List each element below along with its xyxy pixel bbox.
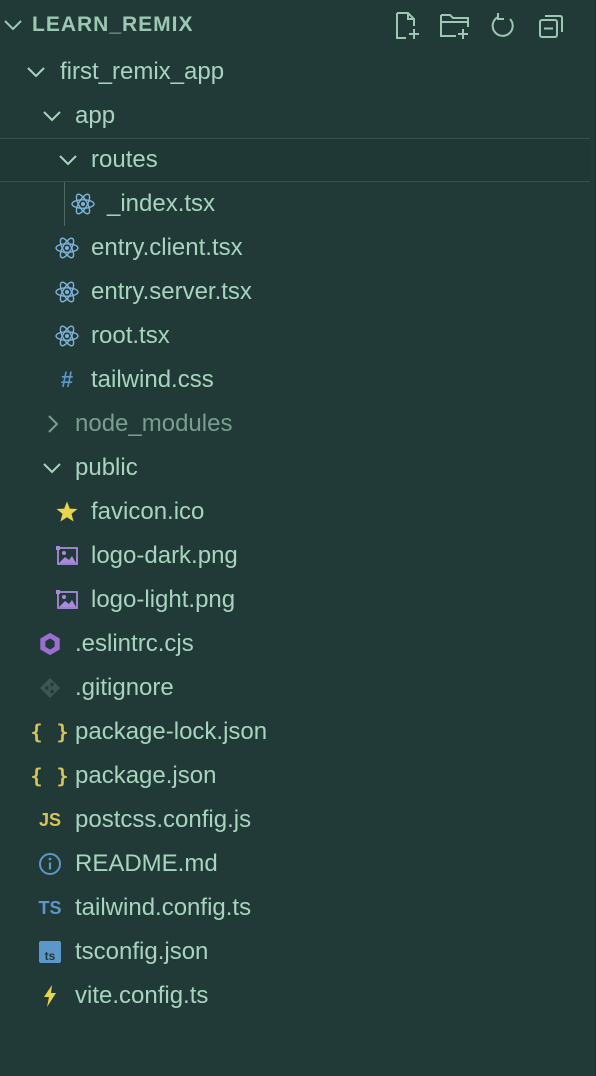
tree-item-label: entry.server.tsx bbox=[91, 278, 252, 305]
chevron-down-icon bbox=[56, 148, 80, 172]
tree-item-label: logo-dark.png bbox=[91, 542, 238, 569]
tree-item-label: first_remix_app bbox=[60, 58, 225, 85]
tree-folder-node-modules[interactable]: node_modules bbox=[0, 402, 590, 446]
eslint-icon bbox=[38, 632, 62, 656]
typescript-icon: TS bbox=[38, 897, 62, 918]
chevron-right-icon bbox=[40, 412, 64, 436]
javascript-icon: JS bbox=[38, 809, 62, 830]
tree-item-label: favicon.ico bbox=[91, 498, 205, 525]
react-icon bbox=[55, 280, 79, 304]
tree-item-label: app bbox=[75, 102, 116, 129]
tree-item-label: README.md bbox=[75, 850, 218, 877]
tree-item-label: package-lock.json bbox=[75, 718, 268, 745]
react-icon bbox=[71, 192, 95, 216]
json-braces-icon: { } bbox=[30, 720, 70, 744]
file-explorer: LEARN_REMIX first_remix_app app routes _… bbox=[0, 0, 596, 1076]
tree-file-readme[interactable]: README.md bbox=[0, 842, 590, 886]
info-icon bbox=[38, 852, 62, 876]
tree-item-label: entry.client.tsx bbox=[91, 234, 243, 261]
explorer-actions bbox=[390, 9, 568, 43]
tree-item-label: .eslintrc.cjs bbox=[75, 630, 194, 657]
tree-item-label: tsconfig.json bbox=[75, 938, 209, 965]
tree-file-tsconfig[interactable]: ts tsconfig.json bbox=[0, 930, 590, 974]
tsconfig-icon: ts bbox=[38, 940, 62, 964]
explorer-header[interactable]: LEARN_REMIX bbox=[0, 0, 590, 50]
tree-file-eslintrc[interactable]: .eslintrc.cjs bbox=[0, 622, 590, 666]
chevron-down-icon bbox=[24, 60, 48, 84]
tree-file-favicon[interactable]: favicon.ico bbox=[0, 490, 590, 534]
tree-item-label: tailwind.config.ts bbox=[75, 894, 252, 921]
tree-item-label: routes bbox=[91, 146, 158, 173]
tree-file-vite-config[interactable]: vite.config.ts bbox=[0, 974, 590, 1018]
new-folder-icon[interactable] bbox=[438, 9, 472, 43]
git-icon bbox=[38, 676, 62, 700]
tree-item-label: postcss.config.js bbox=[75, 806, 252, 833]
tree-file-root-tsx[interactable]: root.tsx bbox=[0, 314, 590, 358]
star-icon bbox=[55, 500, 79, 524]
tree-item-label: tailwind.css bbox=[91, 366, 214, 393]
image-icon bbox=[55, 588, 79, 612]
chevron-down-icon[interactable] bbox=[2, 14, 24, 36]
tree-file-entry-client[interactable]: entry.client.tsx bbox=[0, 226, 590, 270]
tree-item-label: package.json bbox=[75, 762, 217, 789]
tree-item-label: public bbox=[75, 454, 138, 481]
tree-item-label: vite.config.ts bbox=[75, 982, 209, 1009]
tree-item-label: node_modules bbox=[75, 410, 233, 437]
tree-file-logo-dark[interactable]: logo-dark.png bbox=[0, 534, 590, 578]
tree-item-label: .gitignore bbox=[75, 674, 174, 701]
tree-file-entry-server[interactable]: entry.server.tsx bbox=[0, 270, 590, 314]
vite-bolt-icon bbox=[38, 984, 62, 1008]
chevron-down-icon bbox=[40, 456, 64, 480]
react-icon bbox=[55, 236, 79, 260]
tree-folder-first-remix-app[interactable]: first_remix_app bbox=[0, 50, 590, 94]
image-icon bbox=[55, 544, 79, 568]
tree-item-label: root.tsx bbox=[91, 322, 170, 349]
tree-file-package-json[interactable]: { } package.json bbox=[0, 754, 590, 798]
tsconfig-icon-text: ts bbox=[45, 949, 56, 963]
new-file-icon[interactable] bbox=[390, 9, 424, 43]
json-braces-icon: { } bbox=[30, 764, 70, 788]
css-hash-icon: # bbox=[60, 367, 74, 392]
tree-folder-app[interactable]: app bbox=[0, 94, 590, 138]
tree-file-logo-light[interactable]: logo-light.png bbox=[0, 578, 590, 622]
tree-file-postcss-config[interactable]: JS postcss.config.js bbox=[0, 798, 590, 842]
chevron-down-icon bbox=[40, 104, 64, 128]
tree-item-label: logo-light.png bbox=[91, 586, 236, 613]
tree-folder-routes[interactable]: routes bbox=[0, 138, 590, 182]
tree-file-package-lock[interactable]: { } package-lock.json bbox=[0, 710, 590, 754]
collapse-all-icon[interactable] bbox=[534, 9, 568, 43]
tree-file-tailwind-config[interactable]: TS tailwind.config.ts bbox=[0, 886, 590, 930]
tree-file-tailwind-css[interactable]: # tailwind.css bbox=[0, 358, 590, 402]
tree-folder-public[interactable]: public bbox=[0, 446, 590, 490]
refresh-icon[interactable] bbox=[486, 9, 520, 43]
react-icon bbox=[55, 324, 79, 348]
explorer-title: LEARN_REMIX bbox=[32, 13, 194, 36]
tree-file-index-tsx[interactable]: _index.tsx bbox=[0, 182, 590, 226]
tree-file-gitignore[interactable]: .gitignore bbox=[0, 666, 590, 710]
tree-item-label: _index.tsx bbox=[107, 190, 216, 217]
